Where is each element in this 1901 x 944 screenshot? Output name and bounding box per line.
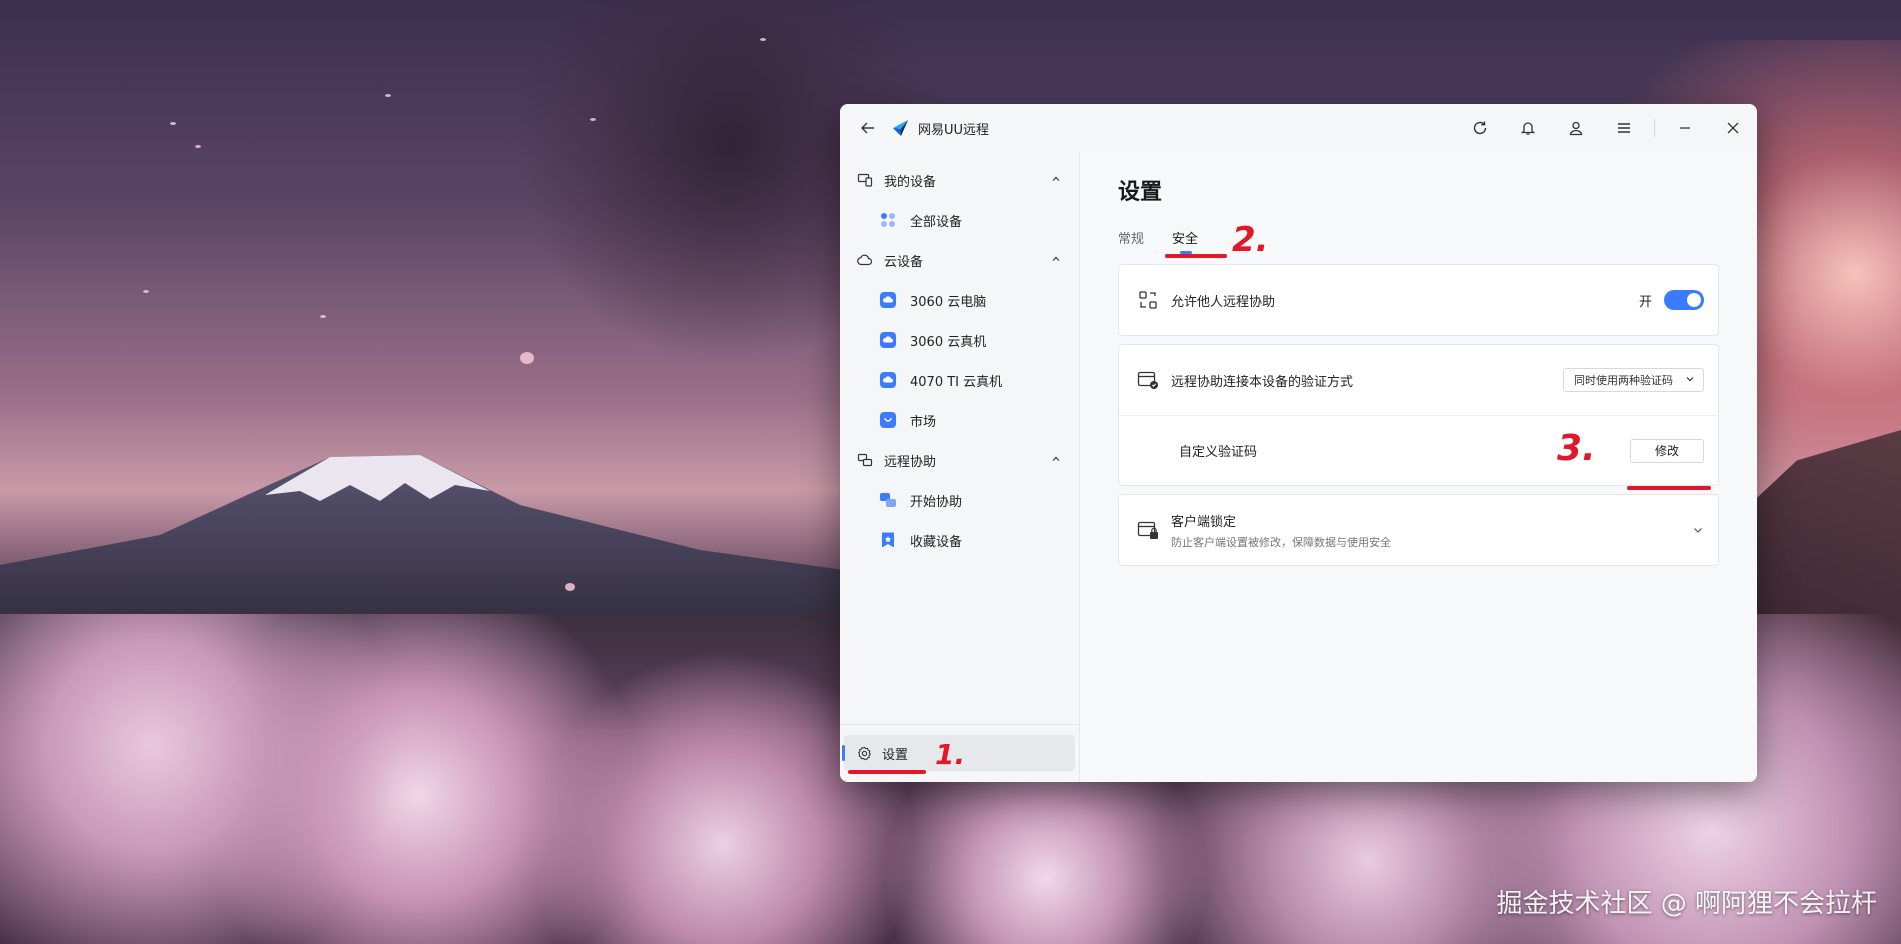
refresh-icon[interactable] bbox=[1456, 104, 1504, 152]
sidebar-group-cloud-devices[interactable]: 云设备 bbox=[840, 240, 1079, 280]
sidebar-group-label: 远程协助 bbox=[884, 454, 937, 470]
cloud-phone-icon bbox=[878, 330, 898, 350]
chevron-down-icon bbox=[1685, 374, 1695, 387]
card-client-lock: 客户端锁定 防止客户端设置被修改，保障数据与使用安全 bbox=[1118, 494, 1719, 566]
gear-icon bbox=[856, 745, 872, 761]
petal bbox=[320, 315, 326, 318]
sidebar-item-market[interactable]: 市场 bbox=[840, 400, 1079, 440]
sidebar-item-start-assist[interactable]: 开始协助 bbox=[840, 480, 1079, 520]
sidebar-item-label: 全部设备 bbox=[910, 214, 963, 230]
menu-icon[interactable] bbox=[1600, 104, 1648, 152]
shopping-bag-icon bbox=[878, 410, 898, 430]
annotation-3: 3. bbox=[1557, 428, 1596, 469]
tab-security[interactable]: 安全 bbox=[1172, 228, 1198, 256]
remote-assist-icon bbox=[856, 451, 874, 469]
modify-button[interactable]: 修改 bbox=[1629, 438, 1704, 463]
sidebar-item-label: 设置 bbox=[882, 747, 909, 763]
window-body: 我的设备 全部设备 云设备 3060 云电脑 3060 云真机 4070 TI … bbox=[840, 152, 1757, 782]
bell-icon[interactable] bbox=[1504, 104, 1552, 152]
chevron-up-icon[interactable] bbox=[1051, 173, 1061, 188]
sidebar-group-label: 云设备 bbox=[884, 254, 924, 270]
annotation-underline-2 bbox=[1165, 254, 1227, 258]
verify-method-select[interactable]: 同时使用两种验证码 bbox=[1563, 368, 1704, 392]
titlebar: 网易UU远程 bbox=[840, 104, 1757, 152]
sidebar-group-label: 我的设备 bbox=[884, 174, 937, 190]
client-lock-label: 客户端锁定 bbox=[1171, 514, 1237, 530]
scan-frame-icon bbox=[1137, 289, 1159, 311]
row-verify-method: 远程协助连接本设备的验证方式 同时使用两种验证码 bbox=[1119, 345, 1718, 415]
petal bbox=[385, 94, 391, 97]
select-value: 同时使用两种验证码 bbox=[1574, 374, 1673, 387]
row-custom-code: 自定义验证码 修改 bbox=[1119, 415, 1718, 485]
allow-remote-control: 开 bbox=[1639, 290, 1704, 310]
annotation-underline-1 bbox=[848, 770, 926, 774]
toggle-knob bbox=[1687, 293, 1701, 307]
page-title: 设置 bbox=[1118, 180, 1163, 205]
sidebar-item-label: 开始协助 bbox=[910, 494, 963, 510]
annotation-underline-3 bbox=[1627, 486, 1711, 490]
petal bbox=[565, 583, 575, 591]
custom-code-label: 自定义验证码 bbox=[1179, 445, 1258, 460]
chevron-up-icon[interactable] bbox=[1051, 253, 1061, 268]
app-title: 网易UU远程 bbox=[918, 122, 990, 138]
petal bbox=[590, 118, 596, 121]
sidebar-item-all-devices[interactable]: 全部设备 bbox=[840, 200, 1079, 240]
client-lock-text: 客户端锁定 防止客户端设置被修改，保障数据与使用安全 bbox=[1171, 511, 1391, 550]
sidebar-item-label: 市场 bbox=[910, 414, 937, 430]
grid-dots-icon bbox=[878, 210, 898, 230]
settings-tabs: 常规 安全 bbox=[1118, 228, 1719, 256]
devices-icon bbox=[856, 171, 874, 189]
sidebar-group-remote-assist[interactable]: 远程协助 bbox=[840, 440, 1079, 480]
shield-card-icon bbox=[1137, 369, 1159, 391]
custom-code-control: 修改 bbox=[1629, 438, 1704, 463]
annotation-1: 1. bbox=[935, 738, 966, 771]
cloud-icon bbox=[856, 251, 874, 269]
watermark: 掘金技术社区 @ 啊阿狸不会拉杆 bbox=[1496, 889, 1877, 919]
verify-method-control: 同时使用两种验证码 bbox=[1563, 368, 1704, 392]
tab-general[interactable]: 常规 bbox=[1118, 228, 1144, 256]
lock-screen-icon bbox=[1137, 519, 1159, 541]
minimize-icon[interactable] bbox=[1661, 104, 1709, 152]
sidebar-item-label: 3060 云真机 bbox=[910, 334, 987, 350]
cloud-phone-icon bbox=[878, 370, 898, 390]
screens-icon bbox=[878, 490, 898, 510]
petal bbox=[143, 290, 149, 293]
chevron-up-icon[interactable] bbox=[1051, 453, 1061, 468]
settings-panel: 设置 常规 安全 允许他人远程协助 开 远程协助连接本设备的验证方式 同时使用两… bbox=[1080, 152, 1757, 782]
app-logo-icon bbox=[890, 117, 912, 139]
petal bbox=[195, 145, 201, 148]
active-indicator bbox=[842, 745, 845, 761]
sidebar-item-4070ti-cloud-phone[interactable]: 4070 TI 云真机 bbox=[840, 360, 1079, 400]
petal bbox=[760, 38, 766, 41]
petal bbox=[520, 352, 534, 364]
sidebar-group-my-devices[interactable]: 我的设备 bbox=[840, 160, 1079, 200]
sidebar-item-label: 收藏设备 bbox=[910, 534, 963, 550]
titlebar-separator bbox=[1654, 119, 1655, 137]
user-icon[interactable] bbox=[1552, 104, 1600, 152]
petal bbox=[170, 122, 176, 125]
verify-method-label: 远程协助连接本设备的验证方式 bbox=[1171, 374, 1354, 390]
chevron-down-icon[interactable] bbox=[1692, 524, 1704, 536]
sidebar-item-label: 3060 云电脑 bbox=[910, 294, 987, 310]
toggle-state-label: 开 bbox=[1638, 294, 1652, 310]
back-arrow-icon[interactable] bbox=[854, 114, 882, 142]
cloud-pc-icon bbox=[878, 290, 898, 310]
app-window: 网易UU远程 我的设备 全部设备 云设备 3060 云电脑 3060 云真机 4… bbox=[840, 104, 1757, 782]
title-actions bbox=[1456, 104, 1757, 152]
card-allow-remote: 允许他人远程协助 开 bbox=[1118, 264, 1719, 336]
card-verification: 远程协助连接本设备的验证方式 同时使用两种验证码 自定义验证码 修改 bbox=[1118, 344, 1719, 486]
row-client-lock[interactable]: 客户端锁定 防止客户端设置被修改，保障数据与使用安全 bbox=[1119, 495, 1718, 565]
star-bookmark-icon bbox=[878, 530, 898, 550]
sidebar-item-3060-cloud-phone[interactable]: 3060 云真机 bbox=[840, 320, 1079, 360]
client-lock-description: 防止客户端设置被修改，保障数据与使用安全 bbox=[1171, 535, 1391, 549]
allow-remote-toggle[interactable] bbox=[1664, 290, 1704, 310]
allow-remote-label: 允许他人远程协助 bbox=[1171, 294, 1276, 310]
sidebar-item-3060-cloud-pc[interactable]: 3060 云电脑 bbox=[840, 280, 1079, 320]
annotation-2: 2. bbox=[1232, 220, 1269, 260]
close-icon[interactable] bbox=[1709, 104, 1757, 152]
sidebar-item-label: 4070 TI 云真机 bbox=[910, 374, 1003, 390]
sidebar: 我的设备 全部设备 云设备 3060 云电脑 3060 云真机 4070 TI … bbox=[840, 152, 1080, 782]
row-allow-remote: 允许他人远程协助 开 bbox=[1119, 265, 1718, 335]
sidebar-item-favorite-devices[interactable]: 收藏设备 bbox=[840, 520, 1079, 560]
